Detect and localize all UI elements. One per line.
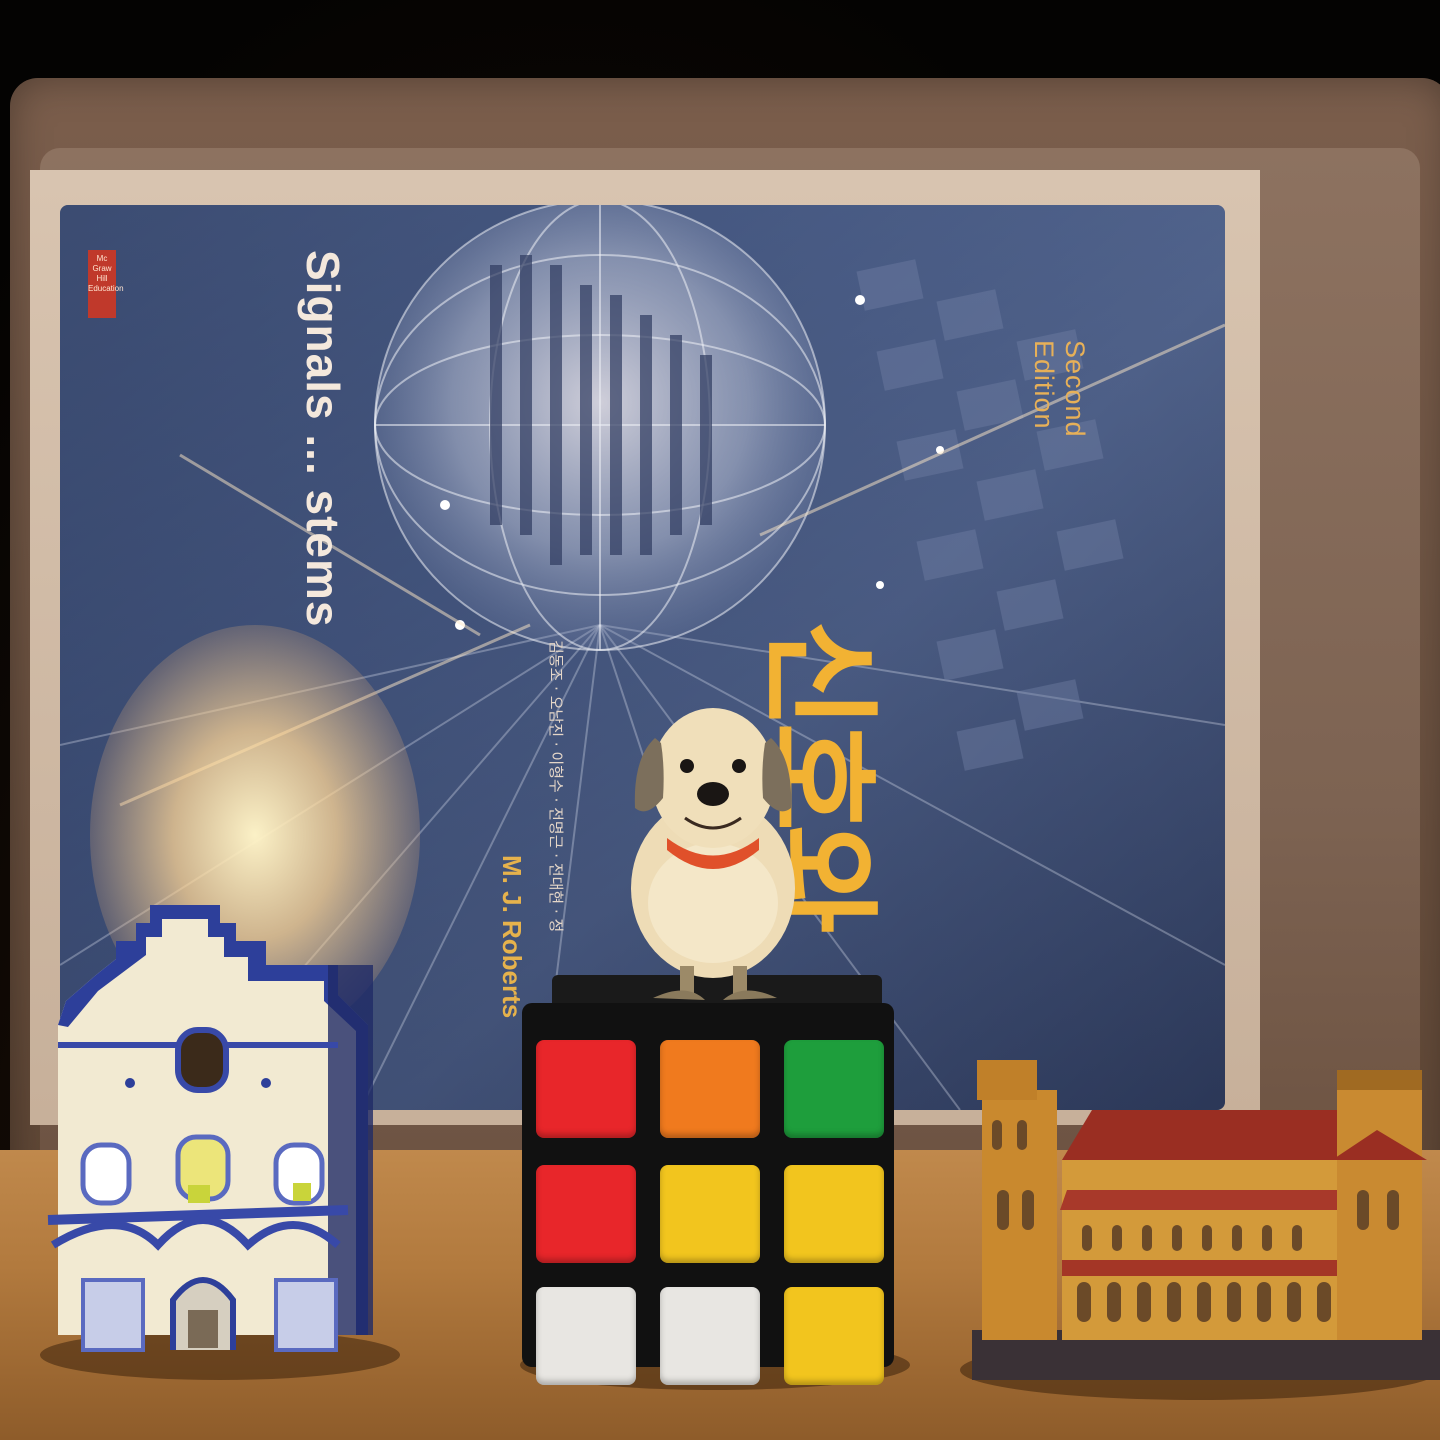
cube-sticker-orange xyxy=(660,1040,760,1138)
cube-sticker-yellow xyxy=(784,1287,884,1385)
cube-sticker-white xyxy=(536,1287,636,1385)
cube-sticker-yellow xyxy=(660,1165,760,1263)
book-translators: 김동조 · 오남진 · 이형수 · 전명근 · 전대현 · 정 xyxy=(547,640,565,933)
delft-house xyxy=(47,905,373,1352)
cube-sticker-red xyxy=(536,1165,636,1263)
cube-sticker-red xyxy=(536,1040,636,1138)
cube-sticker-white xyxy=(660,1287,760,1385)
rubiks-cube xyxy=(522,975,894,1385)
cube-sticker-yellow xyxy=(784,1165,884,1263)
dog-figurine xyxy=(631,708,795,1000)
book-title-english: Signals ... stems xyxy=(297,250,349,628)
publisher-logo: Mc Graw Hill Education xyxy=(88,250,124,318)
cathedral-miniature xyxy=(972,1060,1440,1380)
book-edition: Second Edition xyxy=(1029,340,1090,438)
photo-scene: Mc Graw Hill Education Signals ... stems… xyxy=(0,0,1440,1440)
cube-sticker-green xyxy=(784,1040,884,1138)
